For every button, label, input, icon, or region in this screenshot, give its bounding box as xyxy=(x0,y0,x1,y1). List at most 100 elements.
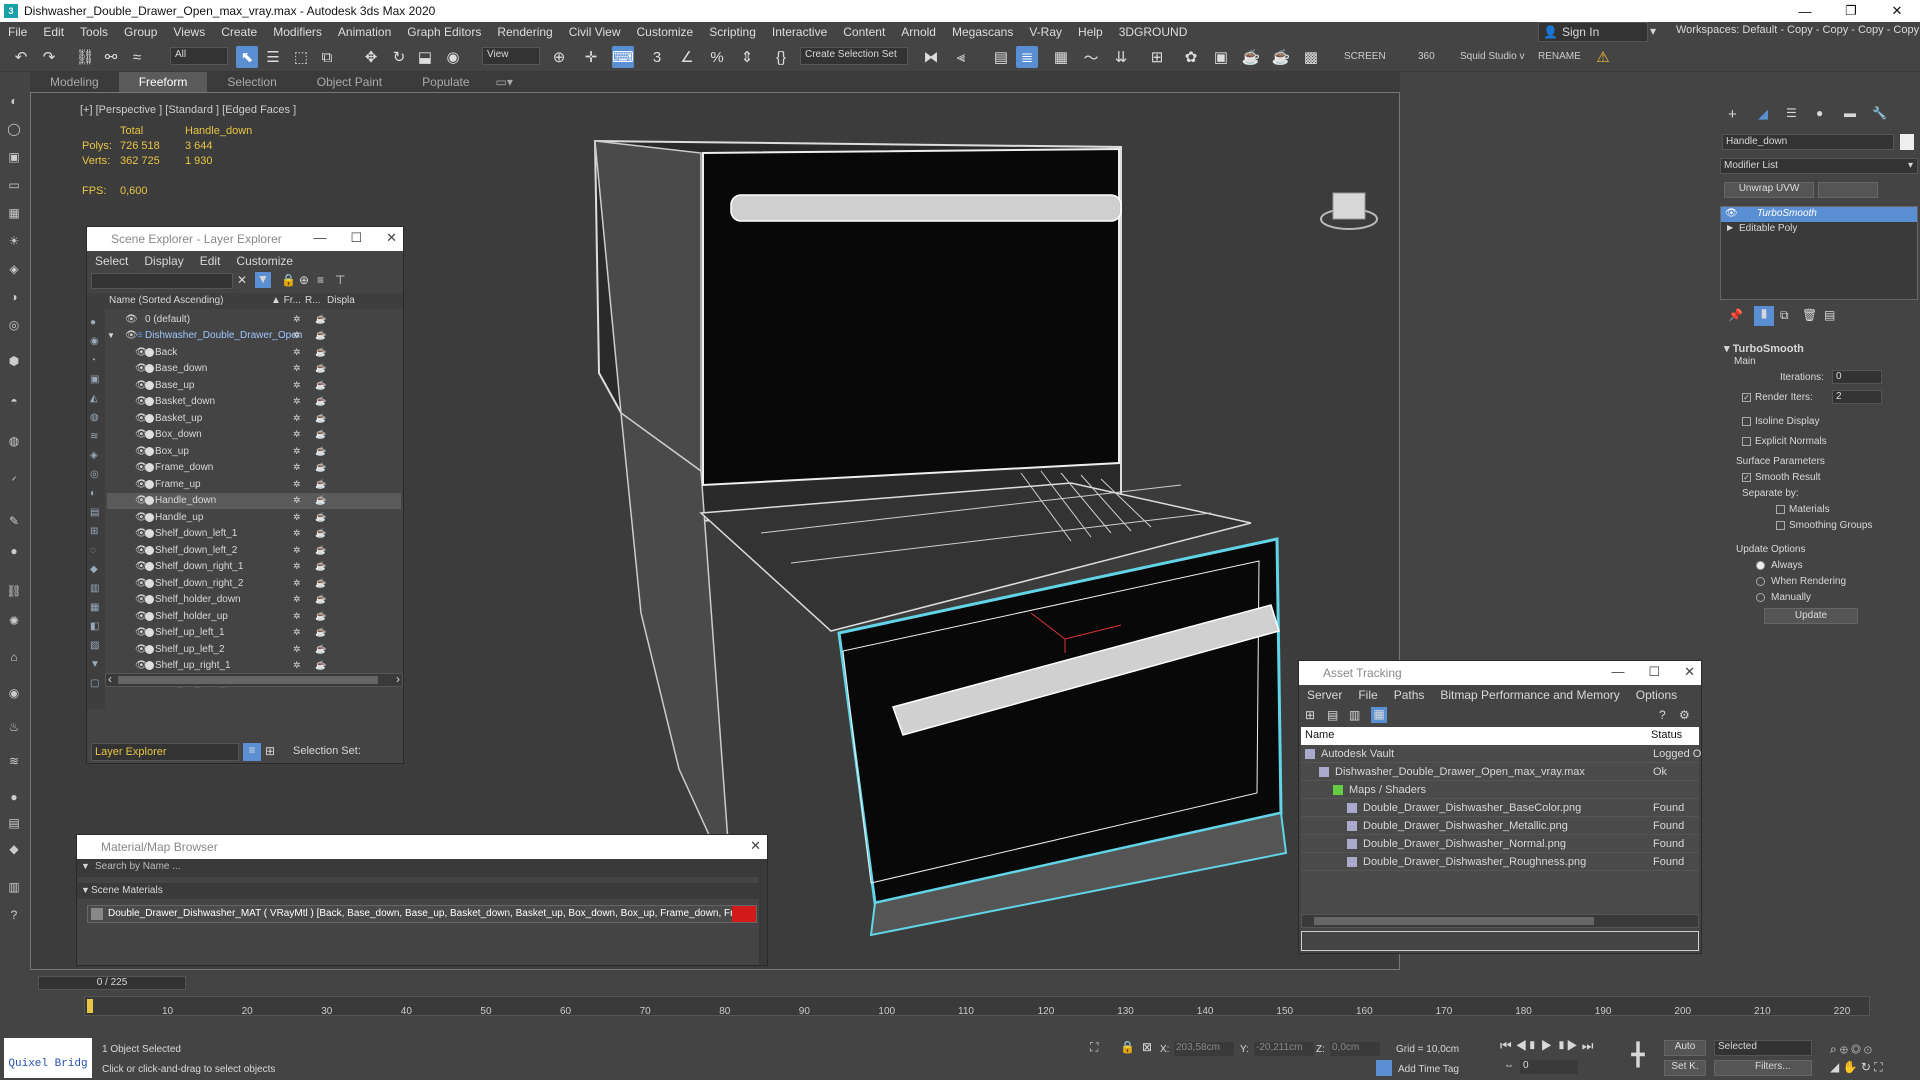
render-teapot-icon[interactable]: ☕ xyxy=(315,644,326,655)
z-coordinate-field[interactable]: 0,0cm xyxy=(1330,1042,1380,1056)
freeze-icon[interactable]: ✲ xyxy=(293,462,301,473)
se-row[interactable]: 👁 Shelf_holder_down ✲ ☕ xyxy=(107,592,401,609)
selection-set-icon[interactable]: ⊞ xyxy=(265,744,275,758)
modify-tab-icon[interactable]: ◢ xyxy=(1758,106,1768,122)
viewport-navigation-icons[interactable]: ⌕ ⊕ ◎ ⊙ ◢ ✋ ↻ ⛶ xyxy=(1830,1040,1883,1076)
shape-icon[interactable]: ⬢ xyxy=(5,352,23,370)
se-row[interactable]: ▼ 👁 ≡ Dishwasher_Double_Drawer_Open ✲ ☕ xyxy=(107,328,401,345)
select-by-name-icon[interactable]: ☰ xyxy=(262,46,284,68)
y-coordinate-field[interactable]: -20,211cm xyxy=(1254,1042,1314,1056)
playback-controls[interactable]: ⏮ ◀▮ ▶ ▮▶ ⏭ xyxy=(1500,1038,1593,1054)
undo-icon[interactable]: ↶ xyxy=(10,46,32,68)
tab-selection[interactable]: Selection xyxy=(207,72,296,92)
menu-help[interactable]: Help xyxy=(1070,25,1111,39)
display-tab-icon[interactable]: ▬ xyxy=(1844,106,1856,120)
set-key-button[interactable]: Set K. xyxy=(1664,1060,1706,1076)
question-icon[interactable]: ? xyxy=(5,906,23,924)
auto-key-button[interactable]: Auto xyxy=(1664,1040,1706,1056)
render-teapot-icon[interactable]: ☕ xyxy=(315,495,326,506)
col-freeze-header[interactable]: ▲ Fr... xyxy=(271,295,301,306)
rotate-icon[interactable]: ↻ xyxy=(388,46,410,68)
unwrap-uvw-button[interactable]: Unwrap UVW xyxy=(1724,182,1814,198)
absolute-mode-icon[interactable]: ⊠ xyxy=(1142,1040,1152,1054)
layers-toggle-icon[interactable]: ≡ xyxy=(243,743,261,761)
doc-icon[interactable]: ▥ xyxy=(5,878,23,896)
se-menu-edit[interactable]: Edit xyxy=(192,254,229,268)
se-row[interactable]: 👁 Base_up ✲ ☕ xyxy=(107,377,401,394)
eye-icon[interactable]: 👁 xyxy=(1725,208,1738,219)
render-iters-spinner[interactable]: 2 xyxy=(1832,390,1882,404)
redo-icon[interactable]: ↷ xyxy=(38,46,60,68)
named-selection-icon[interactable]: {} xyxy=(770,46,792,68)
at-row[interactable]: Maps / Shaders xyxy=(1301,781,1699,799)
scale-icon[interactable]: ⬓ xyxy=(414,46,436,68)
filter-icon[interactable]: ▼ xyxy=(255,272,271,288)
se-row[interactable]: 👁 Shelf_holder_up ✲ ☕ xyxy=(107,608,401,625)
curve-editor-icon[interactable]: 〜 xyxy=(1080,46,1102,68)
menu-civil-view[interactable]: Civil View xyxy=(561,25,629,39)
fire-icon[interactable]: ♨ xyxy=(5,718,23,736)
freeze-icon[interactable]: ✲ xyxy=(293,594,301,605)
menu-file[interactable]: File xyxy=(0,25,35,39)
at-scroll-thumb[interactable] xyxy=(1314,917,1594,925)
menu-content[interactable]: Content xyxy=(835,25,893,39)
select-object-icon[interactable]: ⬉ xyxy=(236,46,258,68)
when-rendering-radio[interactable] xyxy=(1756,576,1765,586)
se-row[interactable]: 👁 Shelf_down_left_1 ✲ ☕ xyxy=(107,526,401,543)
show-end-result-icon[interactable]: ▮ xyxy=(1754,306,1774,326)
teapot-icon[interactable]: ◓ xyxy=(5,392,23,410)
isoline-checkbox[interactable] xyxy=(1742,416,1751,426)
selection-region-icon[interactable]: ⬚ xyxy=(290,46,312,68)
create-selection-set-dropdown[interactable]: Create Selection Set xyxy=(800,47,908,65)
col-status[interactable]: Status xyxy=(1651,729,1682,741)
move-icon[interactable]: ✥ xyxy=(360,46,382,68)
render-iters-checkbox[interactable]: ✓ xyxy=(1742,392,1751,402)
freeze-icon[interactable]: ✲ xyxy=(293,479,301,490)
at-row[interactable]: Double_Drawer_Dishwasher_Metallic.png Fou… xyxy=(1301,817,1699,835)
freeze-icon[interactable]: ✲ xyxy=(293,363,301,374)
selection-filter-dropdown[interactable]: All xyxy=(170,47,228,65)
freeze-icon[interactable]: ✲ xyxy=(293,446,301,457)
box-icon[interactable]: ▣ xyxy=(5,148,23,166)
visibility-eye-icon[interactable]: 👁 xyxy=(125,330,138,341)
maximize-icon[interactable]: ☐ xyxy=(350,230,362,246)
always-radio[interactable] xyxy=(1756,560,1765,570)
render-teapot-icon[interactable]: ☕ xyxy=(315,528,326,539)
se-row[interactable]: 👁 Shelf_down_right_1 ✲ ☕ xyxy=(107,559,401,576)
rename-label[interactable]: RENAME xyxy=(1538,51,1581,62)
tab-modeling[interactable]: Modeling xyxy=(30,72,119,92)
at-menu-options[interactable]: Options xyxy=(1628,688,1685,702)
mb-vscrollbar[interactable] xyxy=(759,875,767,965)
time-slider[interactable]: 0 / 225 xyxy=(38,976,186,990)
rendered-frame-window-icon[interactable]: ▣ xyxy=(1210,46,1232,68)
se-row[interactable]: 👁 Base_down ✲ ☕ xyxy=(107,361,401,378)
cloth-icon[interactable]: ⌂ xyxy=(5,648,23,666)
ribbon-options-icon[interactable]: ▭▾ xyxy=(490,72,519,92)
render-teapot-icon[interactable]: ☕ xyxy=(315,347,326,358)
hierarchy-icon[interactable]: ⊤ xyxy=(335,273,345,287)
clear-search-icon[interactable]: ✕ xyxy=(237,273,247,287)
help-icon[interactable]: ? xyxy=(1659,708,1666,722)
explicit-normals-checkbox[interactable] xyxy=(1742,436,1751,446)
create-icon[interactable]: ◐ xyxy=(5,92,23,110)
render-teapot-icon[interactable]: ☕ xyxy=(315,380,326,391)
freeze-icon[interactable]: ✲ xyxy=(293,314,301,325)
freeze-icon[interactable]: ✲ xyxy=(293,512,301,523)
layers-icon[interactable]: ≡ xyxy=(317,273,324,287)
toggle-ribbon-icon[interactable]: ▦ xyxy=(1050,46,1072,68)
menu-animation[interactable]: Animation xyxy=(330,25,399,39)
se-row[interactable]: 👁 Basket_up ✲ ☕ xyxy=(107,410,401,427)
grid-icon[interactable]: ▦ xyxy=(5,204,23,222)
schematic-view-icon[interactable]: ⇊ xyxy=(1110,46,1132,68)
scroll-right-icon[interactable]: › xyxy=(396,672,400,686)
render-teapot-icon[interactable]: ☕ xyxy=(315,330,326,341)
se-row[interactable]: 👁 Shelf_down_right_2 ✲ ☕ xyxy=(107,575,401,592)
at-row[interactable]: Double_Drawer_Dishwasher_Roughness.png Fo… xyxy=(1301,853,1699,871)
render-production-icon[interactable]: ☕ xyxy=(1240,46,1262,68)
motion-tab-icon[interactable]: ● xyxy=(1816,106,1823,120)
se-menu-select[interactable]: Select xyxy=(87,254,136,268)
col-render-header[interactable]: R... xyxy=(305,295,321,306)
options-icon[interactable]: ⚙ xyxy=(1679,708,1690,722)
render-teapot-icon[interactable]: ☕ xyxy=(315,363,326,374)
se-scroll-thumb[interactable] xyxy=(118,676,378,684)
